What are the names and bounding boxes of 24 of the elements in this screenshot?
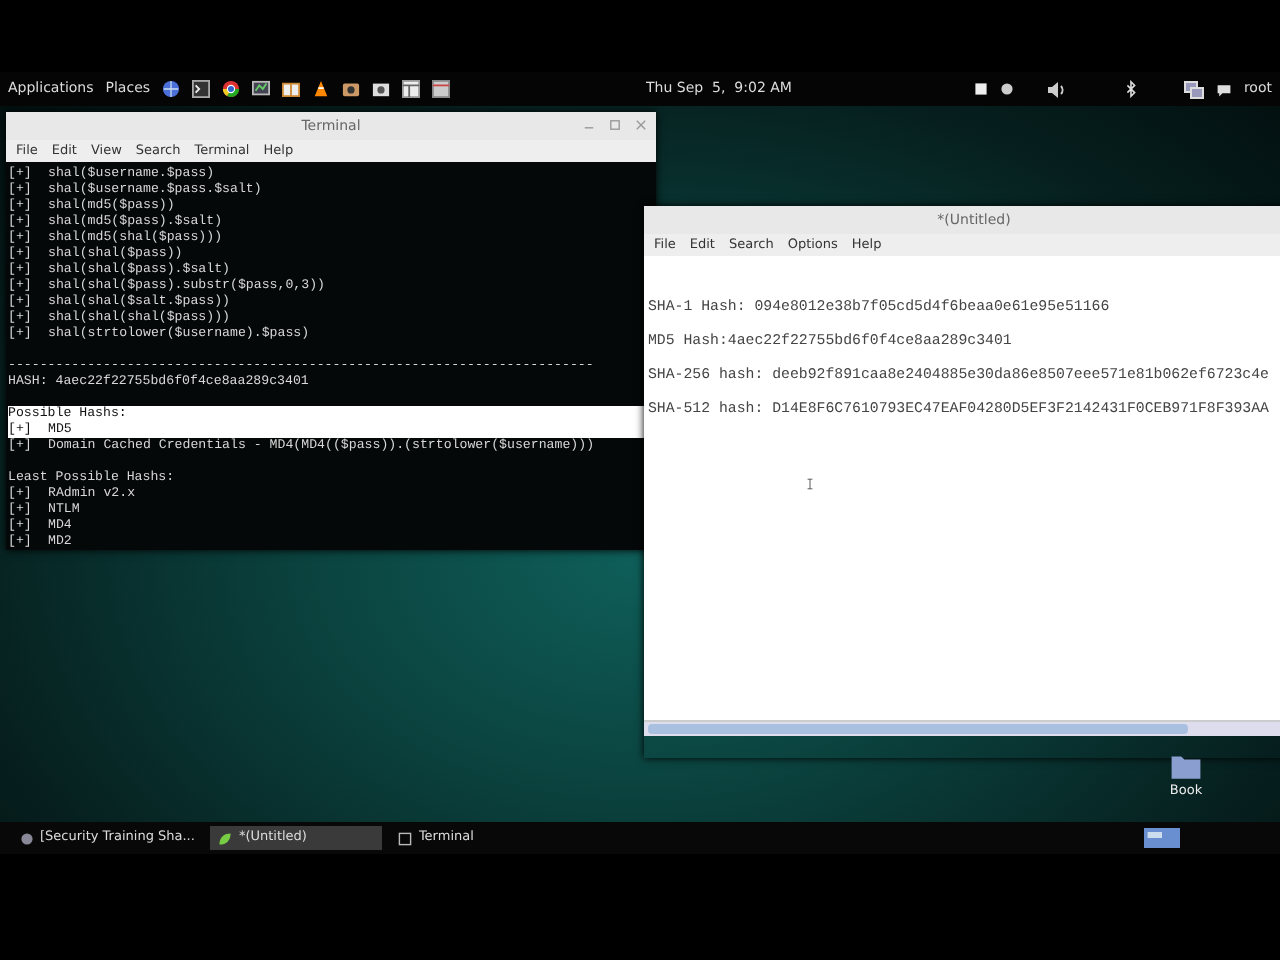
leaf-icon: [218, 831, 233, 845]
book-icon[interactable]: [282, 80, 301, 98]
network-icon[interactable]: [1183, 79, 1204, 99]
app-icon: [20, 831, 34, 845]
window-icon[interactable]: [432, 80, 451, 98]
folder-icon[interactable]: [1168, 750, 1204, 782]
square-icon[interactable]: [973, 82, 988, 96]
window-icon[interactable]: [402, 80, 421, 98]
scrollbar[interactable]: [644, 720, 1280, 736]
camera-icon[interactable]: [372, 80, 391, 98]
volume-icon[interactable]: [1045, 79, 1066, 99]
camera-icon[interactable]: [342, 80, 361, 98]
text-cursor-icon: [804, 476, 816, 492]
scrollbar-thumb[interactable]: [648, 724, 1188, 734]
workspace-switcher-icon[interactable]: [1144, 828, 1180, 848]
browser-icon[interactable]: [222, 80, 241, 98]
terminal-icon: [398, 831, 413, 845]
globe-icon[interactable]: [162, 80, 181, 98]
chat-icon[interactable]: [1215, 81, 1232, 97]
cone-icon[interactable]: [312, 80, 331, 98]
bluetooth-icon[interactable]: [1121, 80, 1140, 98]
circle-icon[interactable]: [999, 82, 1014, 96]
terminal-icon[interactable]: [192, 80, 211, 98]
monitor-icon[interactable]: [252, 80, 271, 98]
